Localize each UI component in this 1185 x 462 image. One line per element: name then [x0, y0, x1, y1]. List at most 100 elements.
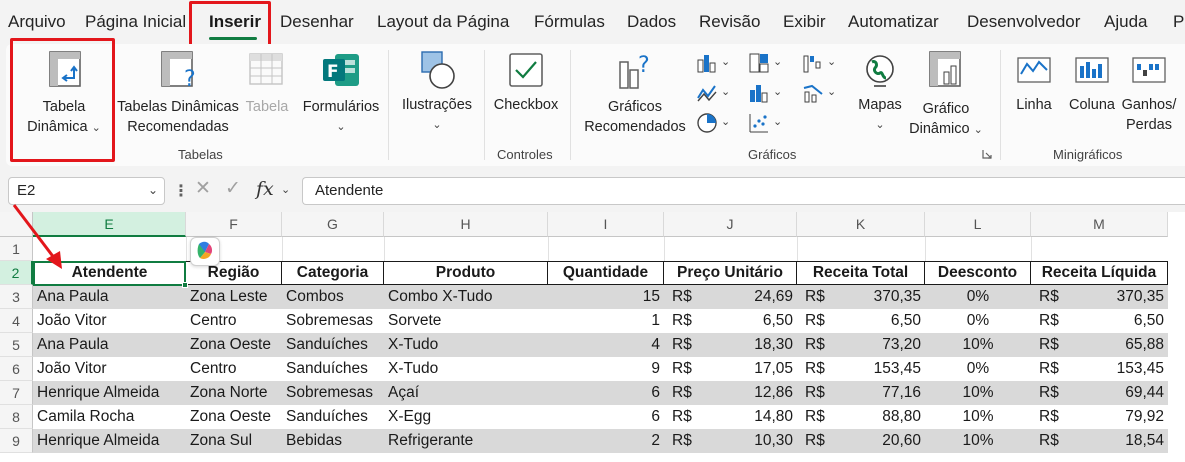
table-cell[interactable]: R$ 20,60	[797, 429, 925, 453]
table-cell[interactable]: R$ 153,45	[797, 357, 925, 381]
copilot-button[interactable]	[190, 237, 220, 266]
table-cell[interactable]: R$ 77,16	[797, 381, 925, 405]
header-cell[interactable]: Quantidade	[548, 261, 664, 285]
header-cell[interactable]: Categoria	[282, 261, 384, 285]
column-header-h[interactable]: H	[384, 212, 548, 237]
header-cell[interactable]: Produto	[384, 261, 548, 285]
table-cell[interactable]: 4	[548, 333, 664, 357]
table-cell[interactable]: Centro	[186, 309, 282, 333]
table-cell[interactable]: 6	[548, 381, 664, 405]
more-options-icon[interactable]: ⋮	[173, 181, 189, 201]
row-header-8[interactable]: 8	[0, 405, 33, 429]
table-cell[interactable]: R$ 370,35	[797, 285, 925, 309]
checkbox-button[interactable]: Checkbox	[488, 48, 564, 144]
table-cell[interactable]: Açaí	[384, 381, 548, 405]
table-cell[interactable]: R$ 6,50	[1031, 309, 1168, 333]
table-cell[interactable]: Sobremesas	[282, 381, 384, 405]
pivot-chart-button[interactable]: Gráfico Dinâmico ⌄	[902, 48, 990, 144]
chevron-down-icon[interactable]: ⌄	[281, 183, 290, 196]
sparkline-column-button[interactable]: Coluna	[1064, 48, 1120, 144]
table-cell[interactable]: 0%	[925, 309, 1031, 333]
table-cell[interactable]: R$ 79,92	[1031, 405, 1168, 429]
tab-pagina-inicial[interactable]: Página Inicial	[85, 12, 186, 32]
table-cell[interactable]: R$ 6,50	[797, 309, 925, 333]
table-cell[interactable]: Combos	[282, 285, 384, 309]
table-cell[interactable]: Zona Sul	[186, 429, 282, 453]
illustrations-button[interactable]: Ilustrações ⌄	[394, 48, 480, 144]
table-cell[interactable]: R$ 6,50	[664, 309, 797, 333]
pie-chart-button[interactable]: ⌄	[696, 112, 734, 136]
table-cell[interactable]: 2	[548, 429, 664, 453]
forms-button[interactable]: F Formulários ⌄	[295, 48, 387, 144]
scatter-chart-button[interactable]: ⌄	[748, 112, 786, 136]
column-header-i[interactable]: I	[548, 212, 664, 237]
table-cell[interactable]: R$ 24,69	[664, 285, 797, 309]
sparkline-win-loss-button[interactable]: Ganhos/ Perdas	[1118, 48, 1180, 144]
row-header-6[interactable]: 6	[0, 357, 33, 381]
tab-exibir[interactable]: Exibir	[783, 12, 826, 32]
tab-layout-da-pagina[interactable]: Layout da Página	[377, 12, 509, 32]
table-cell[interactable]: 0%	[925, 357, 1031, 381]
column-header-k[interactable]: K	[797, 212, 925, 237]
table-cell[interactable]: Sorvete	[384, 309, 548, 333]
table-cell[interactable]: Combo X-Tudo	[384, 285, 548, 309]
table-cell[interactable]: 10%	[925, 333, 1031, 357]
row-header-3[interactable]: 3	[0, 285, 33, 309]
chevron-down-icon[interactable]: ⌄	[148, 183, 158, 197]
table-cell[interactable]: Zona Oeste	[186, 333, 282, 357]
column-header-m[interactable]: M	[1031, 212, 1168, 237]
row-header-4[interactable]: 4	[0, 309, 33, 333]
recommended-charts-button[interactable]: ? Gráficos Recomendados	[578, 48, 692, 144]
cancel-icon[interactable]: ✕	[195, 177, 211, 200]
waterfall-chart-button[interactable]: ⌄	[802, 52, 840, 76]
table-cell[interactable]: Zona Oeste	[186, 405, 282, 429]
table-cell[interactable]: Refrigerante	[384, 429, 548, 453]
table-cell[interactable]: Sanduíches	[282, 405, 384, 429]
table-cell[interactable]: 15	[548, 285, 664, 309]
tab-formulas[interactable]: Fórmulas	[534, 12, 605, 32]
header-cell[interactable]: Receita Total	[797, 261, 925, 285]
tab-dados[interactable]: Dados	[627, 12, 676, 32]
column-chart-button[interactable]: ⌄	[696, 52, 734, 76]
table-cell[interactable]: X-Tudo	[384, 357, 548, 381]
table-cell[interactable]: Henrique Almeida	[33, 429, 186, 453]
table-cell[interactable]: Ana Paula	[33, 285, 186, 309]
tab-overflow[interactable]: Po	[1173, 12, 1185, 32]
table-cell[interactable]: R$ 73,20	[797, 333, 925, 357]
table-cell[interactable]: R$ 153,45	[1031, 357, 1168, 381]
table-cell[interactable]: 10%	[925, 381, 1031, 405]
table-cell[interactable]: R$ 18,54	[1031, 429, 1168, 453]
header-cell[interactable]: Receita Líquida	[1031, 261, 1168, 285]
table-cell[interactable]: R$ 18,30	[664, 333, 797, 357]
row-header-5[interactable]: 5	[0, 333, 33, 357]
table-cell[interactable]: R$ 88,80	[797, 405, 925, 429]
table-cell[interactable]: R$ 10,30	[664, 429, 797, 453]
column-header-l[interactable]: L	[925, 212, 1031, 237]
table-cell[interactable]: 9	[548, 357, 664, 381]
table-cell[interactable]: R$ 17,05	[664, 357, 797, 381]
table-cell[interactable]: Zona Norte	[186, 381, 282, 405]
header-cell[interactable]: Preço Unitário	[664, 261, 797, 285]
table-cell[interactable]: R$ 65,88	[1031, 333, 1168, 357]
table-button[interactable]: Tabela	[242, 48, 292, 144]
table-cell[interactable]: X-Tudo	[384, 333, 548, 357]
hierarchy-chart-button[interactable]: ⌄	[748, 52, 786, 76]
table-cell[interactable]: R$ 370,35	[1031, 285, 1168, 309]
row-header-7[interactable]: 7	[0, 381, 33, 405]
table-cell[interactable]: Sobremesas	[282, 309, 384, 333]
tab-automatizar[interactable]: Automatizar	[848, 12, 939, 32]
column-header-j[interactable]: J	[664, 212, 797, 237]
table-cell[interactable]: 10%	[925, 429, 1031, 453]
table-cell[interactable]: 1	[548, 309, 664, 333]
row-header-9[interactable]: 9	[0, 429, 33, 453]
table-cell[interactable]: 10%	[925, 405, 1031, 429]
table-cell[interactable]: João Vitor	[33, 357, 186, 381]
table-cell[interactable]: Camila Rocha	[33, 405, 186, 429]
table-cell[interactable]: X-Egg	[384, 405, 548, 429]
table-cell[interactable]: Bebidas	[282, 429, 384, 453]
tab-desenhar[interactable]: Desenhar	[280, 12, 354, 32]
tab-desenvolvedor[interactable]: Desenvolvedor	[967, 12, 1080, 32]
table-cell[interactable]: João Vitor	[33, 309, 186, 333]
table-cell[interactable]: 0%	[925, 285, 1031, 309]
table-cell[interactable]: Sanduíches	[282, 357, 384, 381]
